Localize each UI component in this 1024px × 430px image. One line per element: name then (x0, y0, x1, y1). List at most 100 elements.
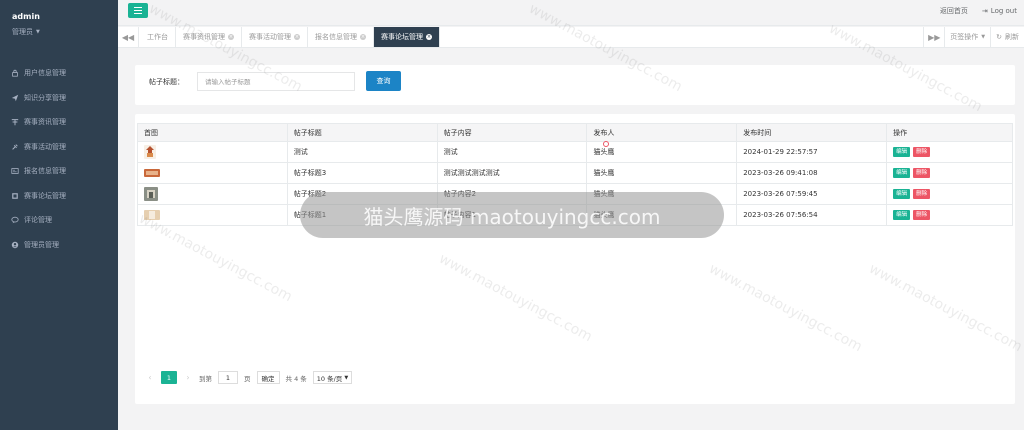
goto-page-input[interactable] (218, 371, 238, 384)
cover-thumbnail[interactable] (144, 169, 160, 177)
delete-button[interactable]: 删除 (913, 210, 931, 220)
header-actions: 返回首页 ⇥ Log out (940, 6, 1017, 16)
pagination: ‹ 1 › 到第 页 确定 共 4 条 10 条/页 ▼ (145, 371, 353, 384)
cover-cell (137, 204, 288, 226)
tab-label: 赛事资讯管理 (183, 33, 225, 41)
tab-close-icon[interactable]: × (360, 34, 366, 40)
column-header[interactable]: 发布人 (586, 123, 738, 142)
sidebar-item-label: 用户信息管理 (24, 69, 66, 78)
prev-page-icon[interactable]: ‹ (145, 373, 155, 382)
table-row: 帖子标题2 帖子内容2 猫头鹰 2023-03-26 07:59:45 编辑 删除 (137, 183, 1013, 205)
author-cell: 猫头鹰 (586, 141, 738, 163)
column-header[interactable]: 首图 (137, 123, 288, 142)
goto-confirm-button[interactable]: 确定 (256, 371, 280, 384)
author-cell: 猫头鹰 (586, 183, 738, 205)
tab-label: 报名信息管理 (315, 33, 357, 41)
tab-forum[interactable]: 赛事论坛管理 × (374, 27, 440, 47)
logout-label: Log out (990, 7, 1017, 15)
top-header: 返回首页 ⇥ Log out (118, 0, 1024, 26)
page-tabs: 工作台 赛事资讯管理 × 赛事活动管理 × 报名信息管理 × 赛事论坛管理 × (140, 27, 440, 47)
cover-cell (137, 162, 288, 184)
tabs-scroll-right-icon[interactable]: ▶▶ (923, 27, 944, 47)
cover-thumbnail[interactable] (144, 187, 158, 201)
actions-cell: 编辑 删除 (886, 162, 1013, 184)
author-cell: 猫头鹰 (586, 162, 738, 184)
cover-thumbnail[interactable] (144, 145, 156, 159)
author-cell: 猫头鹰 (586, 204, 738, 226)
cover-thumbnail[interactable] (144, 210, 160, 220)
sidebar-item-label: 报名信息管理 (24, 167, 66, 176)
menu-toggle-button[interactable] (128, 3, 148, 18)
next-page-icon[interactable]: › (183, 373, 193, 382)
page-ops-dropdown[interactable]: 页签操作 ▼ (944, 27, 990, 47)
cover-cell (137, 183, 288, 205)
column-header[interactable]: 操作 (886, 123, 1013, 142)
hamburger-icon (134, 6, 142, 9)
edit-button[interactable]: 编辑 (893, 168, 911, 178)
refresh-label: 刷新 (1005, 33, 1019, 41)
user-role[interactable]: 管理员 ▼ (12, 27, 40, 37)
news-icon (11, 118, 19, 126)
table-header-row: 首图 帖子标题 帖子内容 发布人 发布时间 操作 (137, 123, 1013, 142)
edit-button[interactable]: 编辑 (893, 210, 911, 220)
edit-button[interactable]: 编辑 (893, 147, 911, 157)
delete-button[interactable]: 删除 (913, 147, 931, 157)
title-cell: 测试 (286, 141, 438, 163)
tab-label: 工作台 (147, 33, 168, 41)
time-cell: 2023-03-26 09:41:08 (736, 162, 888, 184)
sidebar-item-forum[interactable]: 赛事论坛管理 (0, 184, 118, 209)
lock-icon (11, 69, 19, 77)
actions-cell: 编辑 删除 (886, 183, 1013, 205)
time-cell: 2023-03-26 07:59:45 (736, 183, 888, 205)
sidebar: admin 管理员 ▼ 用户信息管理 知识分享管理 赛事资讯管理 赛事活动管理 … (0, 0, 118, 430)
delete-button[interactable]: 删除 (913, 189, 931, 199)
sidebar-item-comments[interactable]: 评论管理 (0, 208, 118, 233)
title-cell: 帖子标题2 (286, 183, 438, 205)
tab-events[interactable]: 赛事活动管理 × (242, 27, 308, 47)
delete-button[interactable]: 删除 (913, 168, 931, 178)
sidebar-item-registration[interactable]: 报名信息管理 (0, 159, 118, 184)
refresh-icon: ↻ (996, 33, 1002, 41)
column-header[interactable]: 帖子标题 (286, 123, 438, 142)
sidebar-item-admins[interactable]: 管理员管理 (0, 233, 118, 258)
table-row: 测试 测试 猫头鹰 2024-01-29 22:57:57 编辑 删除 (137, 141, 1013, 163)
table-row: 帖子标题3 测试测试测试测试 猫头鹰 2023-03-26 09:41:08 编… (137, 162, 1013, 184)
title-cell: 帖子标题3 (286, 162, 438, 184)
logout-link[interactable]: ⇥ Log out (982, 7, 1017, 15)
forum-icon (11, 192, 19, 200)
sidebar-item-news[interactable]: 赛事资讯管理 (0, 110, 118, 135)
search-button[interactable]: 查询 (366, 71, 401, 91)
column-header[interactable]: 发布时间 (736, 123, 888, 142)
tab-registration[interactable]: 报名信息管理 × (308, 27, 374, 47)
role-label: 管理员 (12, 28, 33, 36)
sidebar-item-label: 评论管理 (24, 216, 52, 225)
actions-cell: 编辑 删除 (886, 141, 1013, 163)
refresh-button[interactable]: ↻ 刷新 (990, 27, 1024, 47)
plug-icon (11, 143, 19, 151)
user-profile[interactable]: admin 管理员 ▼ (12, 12, 40, 37)
post-title-search-input[interactable] (197, 72, 355, 91)
tabs-scroll-left-icon[interactable]: ◀◀ (118, 27, 139, 47)
home-link[interactable]: 返回首页 (940, 6, 968, 16)
tab-close-icon[interactable]: × (228, 34, 234, 40)
user-icon (11, 241, 19, 249)
tab-news[interactable]: 赛事资讯管理 × (176, 27, 242, 47)
page-size-select[interactable]: 10 条/页 ▼ (312, 371, 353, 384)
tab-label: 赛事论坛管理 (381, 33, 423, 41)
sidebar-item-knowledge[interactable]: 知识分享管理 (0, 86, 118, 111)
sidebar-item-label: 管理员管理 (24, 240, 59, 249)
time-cell: 2023-03-26 07:56:54 (736, 204, 888, 226)
forum-table: 首图 帖子标题 帖子内容 发布人 发布时间 操作 测试 测试 猫头鹰 2024-… (137, 123, 1013, 226)
search-label: 帖子标题： (149, 78, 184, 86)
tab-close-icon[interactable]: × (294, 34, 300, 40)
column-header[interactable]: 帖子内容 (436, 123, 588, 142)
tab-workbench[interactable]: 工作台 (140, 27, 176, 47)
sidebar-item-label: 赛事活动管理 (24, 142, 66, 151)
edit-button[interactable]: 编辑 (893, 189, 911, 199)
tab-close-icon[interactable]: × (426, 34, 432, 40)
sidebar-item-user-info[interactable]: 用户信息管理 (0, 61, 118, 86)
title-cell: 帖子标题1 (286, 204, 438, 226)
search-panel: 帖子标题： 查询 (135, 65, 1015, 105)
current-page-button[interactable]: 1 (161, 371, 177, 384)
sidebar-item-events[interactable]: 赛事活动管理 (0, 135, 118, 160)
